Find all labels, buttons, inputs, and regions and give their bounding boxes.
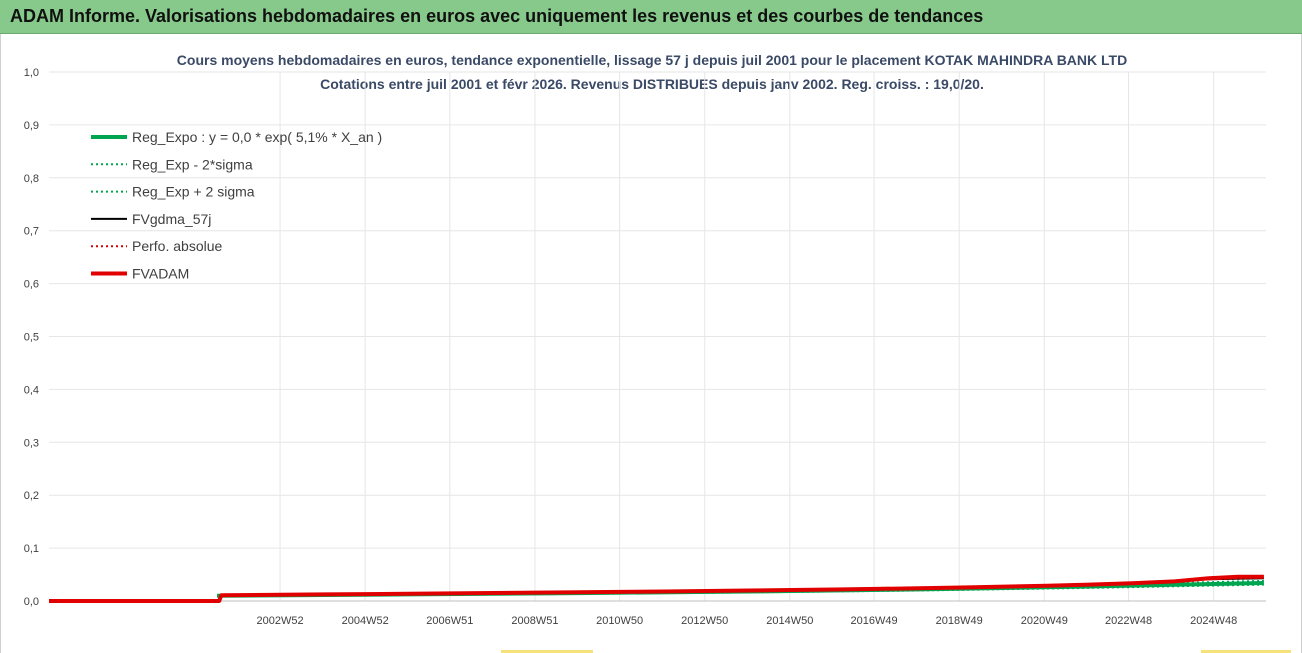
y-tick-label: 0,1 — [24, 543, 39, 555]
x-tick-label: 2016W49 — [851, 615, 898, 627]
y-tick-label: 0,2 — [24, 490, 39, 502]
legend-label: FVgdma_57j — [132, 211, 211, 227]
chart-frame: Cours moyens hebdomadaires en euros, ten… — [0, 34, 1302, 653]
y-tick-label: 0,9 — [24, 120, 39, 132]
legend-label: Reg_Exp - 2*sigma — [132, 156, 253, 172]
x-tick-label: 2012W50 — [681, 615, 728, 627]
x-tick-label: 2020W49 — [1021, 615, 1068, 627]
x-tick-label: 2004W52 — [342, 615, 389, 627]
legend-label: Perfo. absolue — [132, 238, 222, 254]
y-tick-label: 0,6 — [24, 279, 39, 291]
y-tick-label: 0,8 — [24, 173, 39, 185]
line-chart: 0,0 0,1 0,2 0,3 0,4 0,5 0,6 0,7 0,8 0,9 1,0 2002W52… — [24, 67, 1266, 627]
legend-label: FVADAM — [132, 266, 189, 282]
x-tick-label: 2024W48 — [1190, 615, 1237, 627]
y-tick-label: 0,5 — [24, 332, 39, 344]
page-title: ADAM Informe. Valorisations hebdomadaire… — [10, 6, 984, 26]
x-tick-label: 2006W51 — [426, 615, 473, 627]
y-tick-label: 0,7 — [24, 226, 39, 238]
y-tick-label: 1,0 — [24, 67, 39, 79]
x-tick-label: 2022W48 — [1105, 615, 1152, 627]
x-tick-label: 2002W52 — [257, 615, 304, 627]
header-bar: ADAM Informe. Valorisations hebdomadaire… — [0, 0, 1302, 34]
y-tick-label: 0,4 — [24, 384, 39, 396]
legend-label: Reg_Exp + 2 sigma — [132, 184, 255, 200]
x-tick-label: 2018W49 — [936, 615, 983, 627]
x-tick-label: 2010W50 — [596, 615, 643, 627]
y-tick-label: 0,3 — [24, 437, 39, 449]
y-tick-label: 0,0 — [24, 596, 39, 608]
legend-label: Reg_Expo : y = 0,0 * exp( 5,1% * X_an ) — [132, 129, 382, 145]
x-tick-label: 2014W50 — [766, 615, 813, 627]
x-tick-label: 2008W51 — [511, 615, 558, 627]
